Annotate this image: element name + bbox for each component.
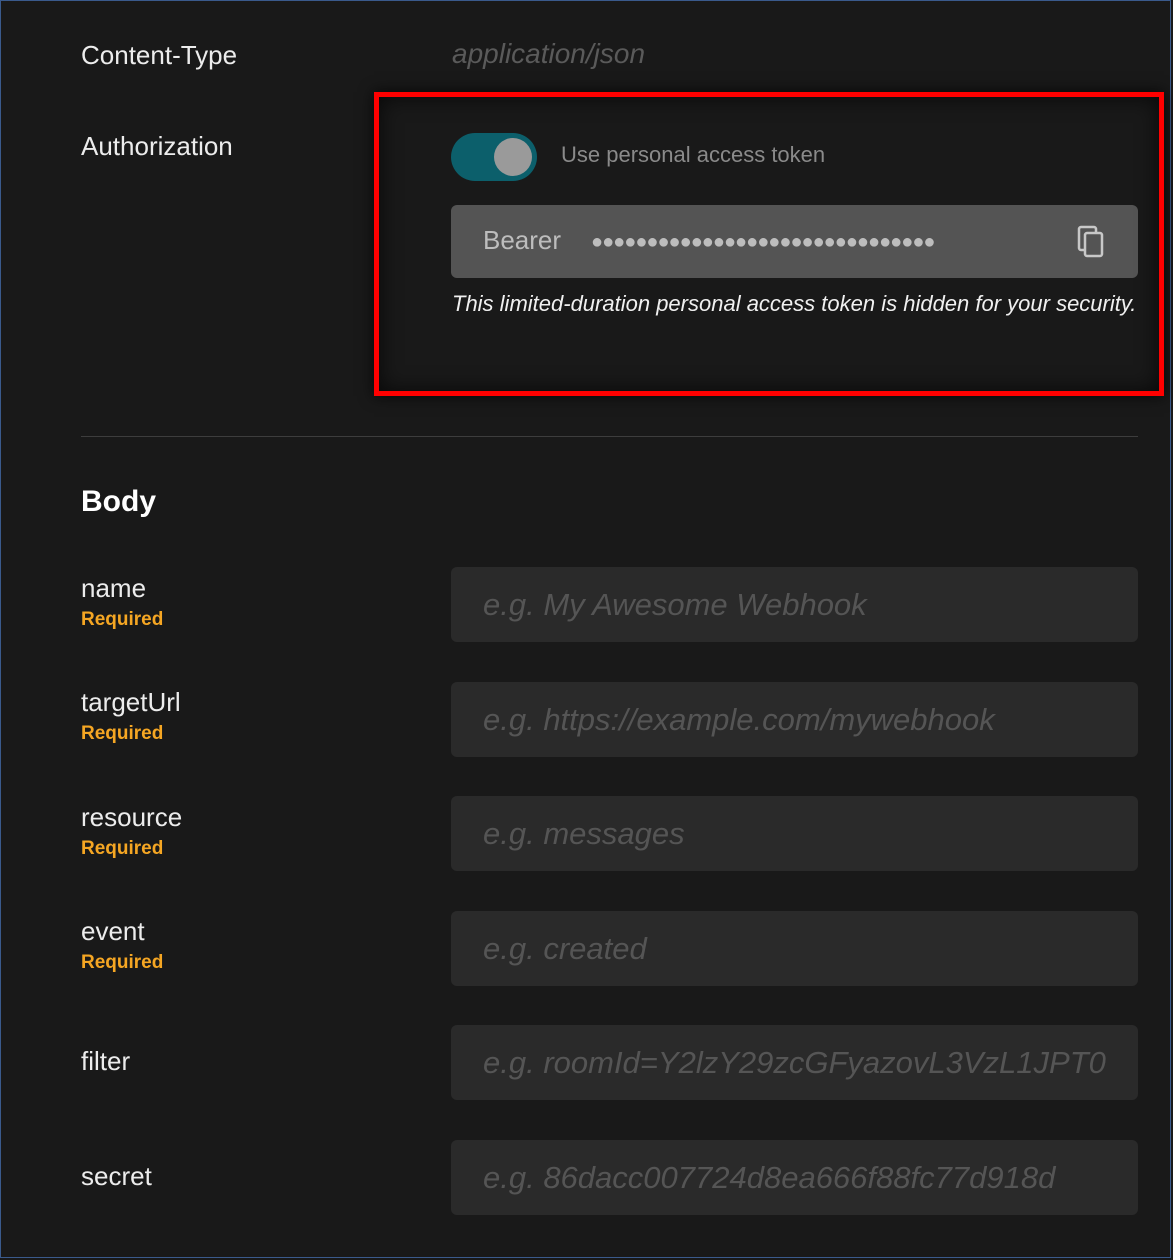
field-label-event: event bbox=[81, 916, 145, 946]
field-label-resource: resource bbox=[81, 802, 183, 832]
field-label-name: name bbox=[81, 573, 147, 603]
event-input[interactable] bbox=[451, 911, 1138, 986]
name-input[interactable] bbox=[451, 567, 1138, 642]
highlight-box bbox=[374, 92, 1164, 396]
resource-input[interactable] bbox=[451, 796, 1138, 871]
required-badge-name: Required bbox=[81, 609, 164, 630]
secret-input[interactable] bbox=[451, 1140, 1138, 1215]
content-type-label: Content-Type bbox=[81, 40, 238, 70]
required-badge-targeturl: Required bbox=[81, 723, 164, 744]
required-badge-event: Required bbox=[81, 952, 164, 973]
field-label-secret: secret bbox=[81, 1161, 152, 1191]
section-divider bbox=[81, 436, 1138, 437]
required-badge-resource: Required bbox=[81, 838, 164, 859]
filter-input[interactable] bbox=[451, 1025, 1138, 1100]
field-label-filter: filter bbox=[81, 1046, 131, 1076]
content-type-value: application/json bbox=[452, 38, 646, 69]
field-label-targeturl: targetUrl bbox=[81, 687, 181, 717]
targeturl-input[interactable] bbox=[451, 682, 1138, 757]
body-section-title: Body bbox=[81, 485, 156, 518]
authorization-label: Authorization bbox=[81, 131, 233, 161]
